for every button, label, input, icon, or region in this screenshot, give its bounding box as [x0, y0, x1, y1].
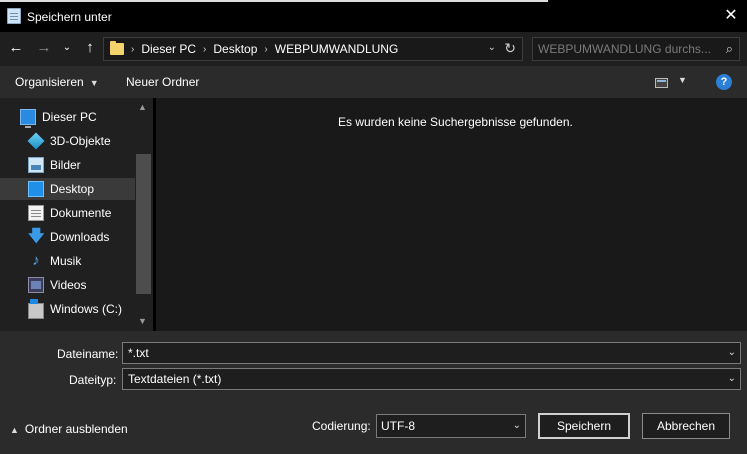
title-bar: Speichern unter ✕	[0, 0, 747, 32]
toolbar: Organisieren ▼ Neuer Ordner ▼ ?	[0, 66, 747, 98]
window-title: Speichern unter	[27, 10, 112, 24]
organize-button[interactable]: Organisieren ▼	[15, 75, 99, 89]
music-icon: ♪	[32, 252, 40, 269]
breadcrumb[interactable]: › Dieser PC › Desktop › WEBPUMWANDLUNG ⌄…	[103, 37, 523, 61]
encoding-select[interactable]: UTF-8 ⌄	[376, 414, 526, 438]
back-button[interactable]: ←	[6, 38, 26, 58]
documents-icon	[28, 205, 44, 221]
new-folder-button[interactable]: Neuer Ordner	[126, 75, 199, 89]
address-row: ← → ⌄ ↑ › Dieser PC › Desktop › WEBPUMWA…	[0, 32, 747, 66]
sidebar-item-desktop[interactable]: Desktop	[0, 178, 135, 200]
hide-folders-label: Ordner ausblenden	[24, 422, 128, 436]
sidebar-item-label: Windows (C:)	[50, 302, 123, 316]
sidebar-item-dokumente[interactable]: Dokumente	[28, 202, 153, 224]
sidebar-item-windows-c[interactable]: Windows (C:)	[28, 298, 153, 320]
sidebar-item-videos[interactable]: Videos	[28, 274, 153, 296]
breadcrumb-separator[interactable]: ›	[131, 44, 134, 55]
chevron-down-icon[interactable]: ⌄	[728, 343, 736, 363]
title-bar-accent-line	[0, 0, 548, 2]
chevron-down-icon[interactable]: ⌄	[488, 42, 496, 53]
filename-value: *.txt	[128, 346, 149, 360]
search-icon[interactable]: ⌕	[726, 38, 733, 60]
breadcrumb-item-webpumwandlung[interactable]: WEBPUMWANDLUNG	[275, 42, 399, 56]
breadcrumb-separator[interactable]: ›	[203, 44, 206, 55]
sidebar-item-label: 3D-Objekte	[50, 134, 111, 148]
chevron-down-icon[interactable]: ⌄	[513, 415, 521, 437]
navigation-pane: ▲ ▼ Dieser PC 3D-Objekte Bilder Desktop …	[0, 98, 153, 331]
caret-down-icon: ▼	[89, 78, 99, 88]
3d-objects-icon	[27, 132, 45, 150]
sidebar-item-label: Videos	[50, 278, 87, 292]
filetype-label: Dateityp:	[69, 373, 117, 387]
search-input[interactable]: WEBPUMWANDLUNG durchs... ⌕	[532, 37, 740, 61]
organize-label: Organisieren	[15, 75, 84, 89]
folder-icon	[110, 41, 124, 55]
chevron-down-icon[interactable]: ⌄	[728, 369, 736, 389]
help-icon[interactable]: ?	[716, 74, 732, 90]
recent-locations-dropdown[interactable]: ⌄	[60, 38, 74, 58]
sidebar-item-label: Bilder	[50, 158, 81, 172]
drive-icon	[28, 299, 44, 319]
empty-results-message: Es wurden keine Suchergebnisse gefunden.	[338, 115, 573, 129]
sidebar-item-3d-objekte[interactable]: 3D-Objekte	[27, 130, 153, 152]
save-button[interactable]: Speichern	[538, 413, 630, 439]
sidebar-item-label: Desktop	[50, 182, 95, 196]
forward-button[interactable]: →	[34, 38, 54, 58]
breadcrumb-item-desktop[interactable]: Desktop	[213, 42, 257, 56]
sidebar-item-downloads[interactable]: 🡇 Downloads	[28, 226, 153, 248]
caret-down-icon[interactable]: ▼	[678, 75, 687, 85]
sidebar-item-bilder[interactable]: Bilder	[28, 154, 153, 176]
filetype-select[interactable]: Textdateien (*.txt) ⌄	[122, 368, 741, 390]
file-list-pane[interactable]: Es wurden keine Suchergebnisse gefunden.	[156, 98, 747, 331]
close-button[interactable]: ✕	[718, 4, 744, 28]
desktop-icon	[28, 181, 44, 197]
encoding-value: UTF-8	[381, 419, 415, 433]
up-button[interactable]: ↑	[80, 38, 100, 58]
notepad-icon	[7, 8, 21, 24]
sidebar-item-dieser-pc[interactable]: Dieser PC	[20, 106, 153, 128]
encoding-label: Codierung:	[312, 419, 371, 433]
sidebar-item-label: Musik	[50, 254, 82, 268]
view-options-icon[interactable]	[655, 78, 668, 88]
breadcrumb-item-dieser-pc[interactable]: Dieser PC	[141, 42, 196, 56]
computer-icon	[20, 109, 36, 128]
save-options-panel: Dateiname: *.txt ⌄ Dateityp: Textdateien…	[0, 331, 747, 454]
filename-label: Dateiname:	[57, 347, 119, 361]
sidebar-item-label: Downloads	[50, 230, 110, 244]
filename-field[interactable]: *.txt ⌄	[122, 342, 741, 364]
caret-up-icon: ▲	[10, 425, 19, 435]
refresh-icon[interactable]: ↻	[504, 40, 516, 57]
sidebar-item-label: Dokumente	[50, 206, 112, 220]
downloads-icon: 🡇	[28, 228, 45, 245]
filetype-value: Textdateien (*.txt)	[128, 372, 222, 386]
hide-folders-button[interactable]: ▲ Ordner ausblenden	[10, 422, 128, 436]
search-placeholder: WEBPUMWANDLUNG durchs...	[538, 42, 711, 56]
cancel-button[interactable]: Abbrechen	[642, 413, 730, 439]
sidebar-item-label: Dieser PC	[42, 110, 97, 124]
breadcrumb-separator[interactable]: ›	[264, 44, 267, 55]
sidebar-item-musik[interactable]: ♪ Musik	[28, 250, 153, 272]
pictures-icon	[28, 157, 44, 173]
videos-icon	[28, 277, 44, 293]
